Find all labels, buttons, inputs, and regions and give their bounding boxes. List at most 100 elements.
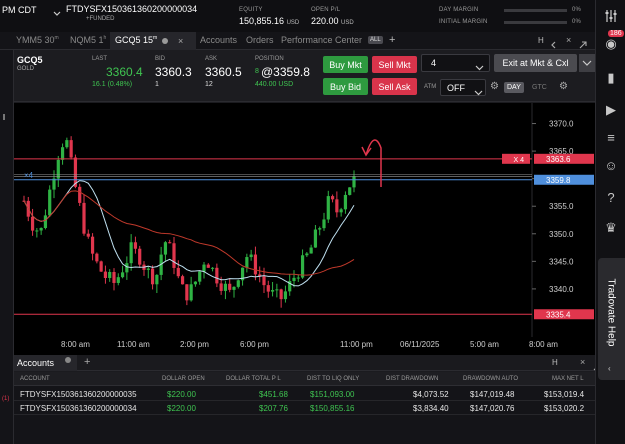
candle-body <box>283 291 288 300</box>
candle-body <box>206 264 210 268</box>
price-chart[interactable]: 3370.03365.03360.03355.03350.03345.03340… <box>14 103 595 337</box>
cell-dist-liq: $151,093.00 <box>310 390 355 399</box>
candle-body <box>330 196 335 200</box>
candle-body <box>180 276 185 285</box>
accounts-table: ACCOUNT DOLLAR OPEN DOLLAR TOTAL P L DIS… <box>14 372 595 444</box>
list-icon[interactable]: ≡ <box>603 130 619 146</box>
col-header-max-net[interactable]: MAX NET L <box>552 376 584 382</box>
tab-gcq5[interactable]: GCQ5 15m <box>115 35 157 45</box>
chevron-down-icon[interactable] <box>474 84 483 96</box>
position-marker: ×4 <box>24 171 34 180</box>
tab-dot-icon <box>162 38 168 44</box>
tab-performance-center[interactable]: Performance Center <box>281 35 362 45</box>
clock-label: PM CDT <box>2 5 37 15</box>
sell-ask-button[interactable]: Sell Ask <box>372 78 417 95</box>
cell-account: FTDYSFX150361360200000034 <box>20 404 137 413</box>
cell-account: FTDYSFX150361360200000035 <box>20 390 137 399</box>
candle-body <box>266 285 270 292</box>
candle-body <box>210 267 215 269</box>
day-margin-bar <box>504 9 567 12</box>
chevron-left-icon[interactable] <box>550 36 558 49</box>
y-tick-label: 3350.0 <box>549 230 574 239</box>
notifications-icon[interactable]: ◉ <box>603 36 619 52</box>
last-label: LAST <box>92 56 108 62</box>
ask-price: 3360.5 <box>205 65 242 79</box>
x-tick-label: 11:00 pm <box>340 340 373 349</box>
community-icon[interactable]: ☺ <box>603 158 619 174</box>
close-icon[interactable]: × <box>566 35 571 45</box>
x-tick-label: 8:00 am <box>529 340 558 349</box>
tab-nqm5[interactable]: NQM5 1h <box>70 35 106 45</box>
chevron-left-icon[interactable]: ‹ <box>608 364 611 373</box>
settings-gear-icon[interactable]: ⚙ <box>559 81 568 92</box>
cell-max-net: $153,020.2 <box>544 404 585 413</box>
col-header-drawdown-auto[interactable]: DRAWDOWN AUTO <box>463 376 518 382</box>
tab-h-button[interactable]: H <box>552 358 558 367</box>
price-level-tag: 3363.6 <box>546 155 571 164</box>
tab-orders[interactable]: Orders <box>246 35 274 45</box>
candle-body <box>343 194 348 210</box>
tab-ymm5[interactable]: YMM5 30m <box>16 35 59 45</box>
chevron-down-icon[interactable] <box>53 5 61 16</box>
buy-bid-button[interactable]: Buy Bid <box>323 78 368 95</box>
sell-mkt-button[interactable]: Sell Mkt <box>372 56 417 73</box>
candle-body <box>262 276 266 286</box>
tab-h-button[interactable]: H <box>538 36 544 45</box>
col-header-account[interactable]: ACCOUNT <box>20 376 50 382</box>
atm-settings-gear-icon[interactable]: ⚙ <box>490 81 499 92</box>
candle-body <box>86 233 90 237</box>
chart-bars-icon[interactable]: ▮ <box>603 70 619 86</box>
col-header-dist-liq[interactable]: DIST TO LIQ ONLY <box>307 376 359 382</box>
bid-label: BID <box>155 56 166 62</box>
x-tick-label: 5:00 am <box>470 340 499 349</box>
atm-select[interactable]: OFF <box>440 79 486 96</box>
cell-dollar-open: $220.00 <box>167 390 196 399</box>
candle-body <box>232 286 236 290</box>
strip-handle[interactable] <box>3 114 5 120</box>
time-axis: 8:00 am 11:00 am 2:00 pm 6:00 pm 11:00 p… <box>14 337 595 355</box>
help-circle-icon[interactable]: ? <box>603 190 619 206</box>
buy-mkt-button[interactable]: Buy Mkt <box>323 56 368 73</box>
exit-cancel-button[interactable]: Exit at Mkt & Cxl <box>494 54 577 72</box>
x-tick-label: 8:00 am <box>61 340 90 349</box>
day-margin-pct: 0% <box>572 7 582 13</box>
candle-body <box>305 253 309 256</box>
tif-gtc-toggle[interactable]: GTC <box>529 82 550 93</box>
initial-margin-bar <box>504 21 567 24</box>
candle-body <box>116 277 120 283</box>
candle-body <box>108 271 112 278</box>
add-tab-icon[interactable]: + <box>389 34 395 46</box>
initial-margin-pct: 0% <box>572 19 582 25</box>
play-icon[interactable]: ▶ <box>603 102 619 118</box>
help-tab[interactable]: Tradovate Help ‹ <box>598 258 625 380</box>
order-ticket-bar: GCQ5 GOLD LAST 3360.4 16.1 (0.48%) BID 3… <box>14 50 595 102</box>
candle-body <box>99 261 103 272</box>
candle-body <box>125 263 129 273</box>
symbol-name[interactable]: GCQ5 <box>17 55 43 65</box>
candle-body <box>95 253 99 262</box>
col-header-dollar-total-pl[interactable]: DOLLAR TOTAL P L <box>226 376 281 382</box>
col-header-dist-drawdown[interactable]: DIST DRAWDOWN <box>386 376 438 382</box>
add-tab-icon[interactable]: + <box>84 356 90 368</box>
expand-icon[interactable] <box>579 36 587 49</box>
candle-body <box>155 274 159 285</box>
sliders-icon[interactable] <box>603 8 619 24</box>
col-header-dollar-open[interactable]: DOLLAR OPEN <box>162 376 205 382</box>
close-icon[interactable]: × <box>580 357 585 367</box>
candle-body <box>48 189 52 216</box>
y-tick-label: 3355.0 <box>549 202 574 211</box>
tif-day-toggle[interactable]: DAY <box>504 82 524 93</box>
trophy-icon[interactable]: ♛ <box>603 220 619 236</box>
accounts-tab[interactable]: Accounts <box>17 358 54 368</box>
quantity-input[interactable]: 4 <box>421 54 490 72</box>
annotation-arrow-head <box>361 146 372 157</box>
tab-accounts[interactable]: Accounts <box>200 35 237 45</box>
account-selector[interactable]: FTDYSFX150361360200000034 <box>66 4 197 14</box>
chevron-down-icon[interactable] <box>475 59 484 71</box>
exit-dropdown[interactable] <box>579 54 595 72</box>
position-price: @3359.8 <box>261 65 310 79</box>
tab-all-button[interactable]: ALL <box>368 36 383 44</box>
candle-body <box>56 159 60 179</box>
candle-body <box>219 283 223 291</box>
tab-close-icon[interactable]: × <box>178 36 183 46</box>
